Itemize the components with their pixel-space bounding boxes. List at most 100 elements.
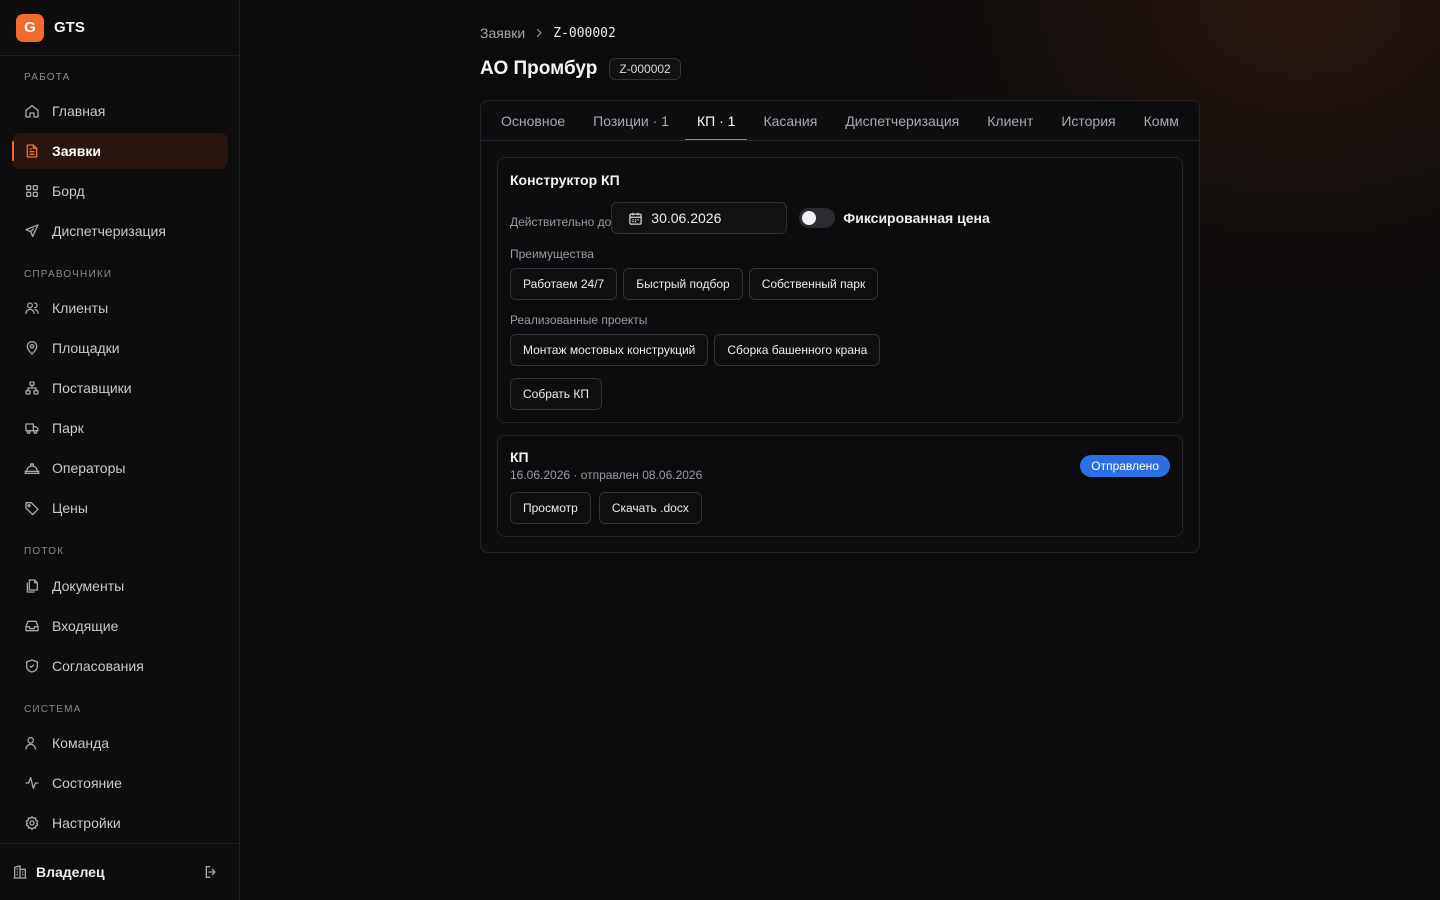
- files-icon: [24, 578, 40, 594]
- title-row: АО Промбур Z-000002: [480, 58, 681, 80]
- download-docx-button[interactable]: Скачать .docx: [598, 492, 702, 524]
- advantages-label: Преимущества: [510, 247, 594, 261]
- sidebar-item-clients[interactable]: Клиенты: [12, 290, 228, 326]
- shield-check-icon: [24, 658, 40, 674]
- sidebar-item-label: Диспетчеризация: [52, 223, 166, 239]
- tab-main[interactable]: Основное: [489, 101, 577, 140]
- toggle-knob: [802, 211, 817, 225]
- network-icon: [24, 380, 40, 396]
- sidebar-footer: Владелец: [0, 843, 239, 900]
- request-card: Основное Позиции · 1 КП · 1 Касания Дисп…: [480, 100, 1200, 553]
- builder-title: Конструктор КП: [510, 172, 620, 188]
- sidebar-item-label: Площадки: [52, 340, 120, 356]
- gear-icon: [24, 815, 40, 831]
- sidebar-item-label: Заявки: [52, 143, 101, 159]
- truck-icon: [24, 420, 40, 436]
- calendar-icon: [628, 211, 643, 226]
- advantages-list: Работаем 24/7 Быстрый подбор Собственный…: [510, 268, 884, 300]
- sidebar-item-approvals[interactable]: Согласования: [12, 648, 228, 684]
- sidebar-item-inbox[interactable]: Входящие: [12, 608, 228, 644]
- project-chip[interactable]: Монтаж мостовых конструкций: [510, 334, 709, 366]
- grid-icon: [24, 183, 40, 199]
- sidebar-item-status[interactable]: Состояние: [12, 765, 228, 801]
- logout-icon[interactable]: [203, 864, 219, 880]
- tab-touches[interactable]: Касания: [751, 101, 829, 140]
- activity-icon: [24, 775, 40, 791]
- valid-until-date-input[interactable]: 30.06.2026: [611, 202, 788, 234]
- sidebar-item-dispatch[interactable]: Диспетчеризация: [12, 213, 228, 249]
- inbox-icon: [24, 618, 40, 634]
- brand-name: GTS: [54, 19, 85, 36]
- sidebar-item-label: Согласования: [52, 658, 144, 674]
- sidebar-item-suppliers[interactable]: Поставщики: [12, 370, 228, 406]
- build-kp-button[interactable]: Собрать КП: [510, 378, 602, 410]
- nav-section-work: РАБОТА: [24, 72, 71, 83]
- kp-item-panel: КП 16.06.2026 · отправлен 08.06.2026 Отп…: [497, 435, 1183, 537]
- status-badge: Отправлено: [1080, 455, 1170, 477]
- sidebar-item-label: Состояние: [52, 775, 122, 791]
- sidebar-item-label: Цены: [52, 500, 88, 516]
- sidebar-item-label: Клиенты: [52, 300, 109, 316]
- sidebar-item-label: Парк: [52, 420, 84, 436]
- brand-logo: G: [16, 13, 44, 42]
- sidebar-item-label: Главная: [52, 103, 106, 119]
- sidebar-item-board[interactable]: Борд: [12, 173, 228, 209]
- sidebar-item-operators[interactable]: Операторы: [12, 450, 228, 486]
- tab-dispatch[interactable]: Диспетчеризация: [833, 101, 971, 140]
- sidebar-item-home[interactable]: Главная: [12, 93, 228, 129]
- users-icon: [24, 300, 40, 316]
- sidebar-item-documents[interactable]: Документы: [12, 568, 228, 604]
- send-icon: [24, 223, 40, 239]
- breadcrumb-current: Z-000002: [553, 25, 616, 41]
- tag-icon: [24, 500, 40, 516]
- nav-section-system: СИСТЕМА: [24, 704, 82, 715]
- user-name[interactable]: Владелец: [36, 864, 203, 880]
- chevron-right-icon: [533, 27, 545, 39]
- fixed-price-label: Фиксированная цена: [843, 210, 990, 226]
- sidebar-item-team[interactable]: Команда: [12, 725, 228, 761]
- tab-client[interactable]: Клиент: [975, 101, 1045, 140]
- valid-until-label: Действительно до: [510, 215, 612, 229]
- sidebar-item-label: Документы: [52, 578, 125, 594]
- tab-kp[interactable]: КП · 1: [684, 101, 748, 140]
- kp-meta: 16.06.2026 · отправлен 08.06.2026: [510, 468, 703, 482]
- project-chip[interactable]: Сборка башенного крана: [714, 334, 881, 366]
- tab-bar: Основное Позиции · 1 КП · 1 Касания Дисп…: [481, 101, 1199, 141]
- fixed-price-toggle[interactable]: [799, 208, 836, 228]
- projects-label: Реализованные проекты: [510, 313, 648, 327]
- sidebar-item-settings[interactable]: Настройки: [12, 805, 228, 841]
- valid-until-value: 30.06.2026: [651, 210, 722, 226]
- page-title: АО Промбур: [480, 58, 598, 79]
- tab-comments[interactable]: Комм: [1132, 101, 1191, 140]
- document-icon: [24, 143, 40, 159]
- sidebar-item-prices[interactable]: Цены: [12, 490, 228, 526]
- advantage-chip[interactable]: Быстрый подбор: [623, 268, 743, 300]
- home-icon: [24, 103, 40, 119]
- kp-builder-panel: Конструктор КП Действительно до 30.06.20…: [497, 157, 1183, 423]
- sidebar-item-label: Команда: [52, 735, 110, 751]
- id-badge: Z-000002: [609, 58, 681, 80]
- sidebar-item-label: Настройки: [52, 815, 121, 831]
- advantage-chip[interactable]: Работаем 24/7: [510, 268, 618, 300]
- brand[interactable]: G GTS: [0, 0, 239, 56]
- view-button[interactable]: Просмотр: [510, 492, 591, 524]
- breadcrumb-parent[interactable]: Заявки: [480, 25, 525, 41]
- sidebar-item-fleet[interactable]: Парк: [12, 410, 228, 446]
- building-icon: [12, 864, 28, 880]
- sidebar-item-requests[interactable]: Заявки: [12, 133, 228, 169]
- nav-section-references: СПРАВОЧНИКИ: [24, 269, 113, 280]
- sidebar-item-label: Входящие: [52, 618, 119, 634]
- projects-list: Монтаж мостовых конструкций Сборка башен…: [510, 334, 886, 366]
- sidebar: G GTS РАБОТА Главная Заявки Борд Диспетч…: [0, 0, 240, 900]
- nav-section-flow: ПОТОК: [24, 546, 65, 557]
- sidebar-item-label: Борд: [52, 183, 85, 199]
- tab-positions[interactable]: Позиции · 1: [581, 101, 681, 140]
- user-icon: [24, 735, 40, 751]
- kp-title: КП: [510, 449, 529, 465]
- tab-history[interactable]: История: [1049, 101, 1127, 140]
- map-pin-icon: [24, 340, 40, 356]
- sidebar-item-sites[interactable]: Площадки: [12, 330, 228, 366]
- hard-hat-icon: [24, 460, 40, 476]
- breadcrumb: Заявки Z-000002: [480, 25, 616, 41]
- advantage-chip[interactable]: Собственный парк: [748, 268, 879, 300]
